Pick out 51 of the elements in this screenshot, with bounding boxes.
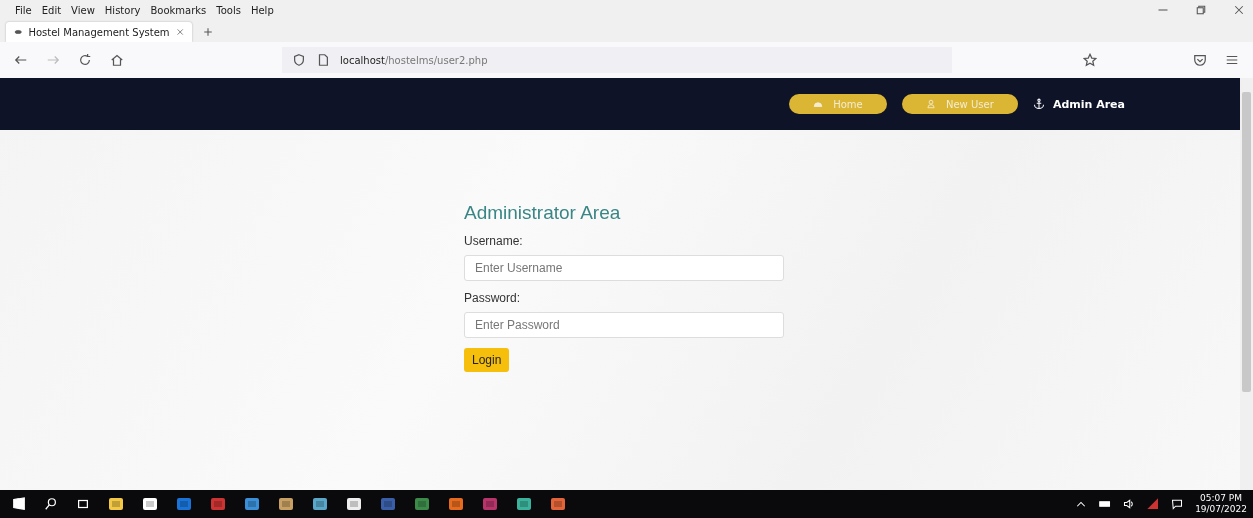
windows-icon[interactable] (12, 497, 26, 511)
close-icon[interactable] (175, 27, 184, 37)
app-icon[interactable] (142, 496, 158, 512)
app-icon[interactable] (312, 496, 328, 512)
menu-item[interactable]: Edit (36, 4, 67, 16)
browser-tab[interactable]: Hostel Management System (6, 22, 192, 42)
close-icon[interactable] (1233, 4, 1245, 16)
user-icon (926, 99, 936, 109)
pocket-icon[interactable] (1193, 53, 1207, 67)
task-view-icon[interactable] (76, 497, 90, 511)
field-label: Username: (464, 234, 524, 248)
page-icon (316, 53, 330, 67)
nav-link[interactable]: Admin Area (1032, 97, 1125, 111)
app-icon[interactable] (550, 496, 566, 512)
scrollbar-thumb[interactable] (1242, 92, 1251, 392)
clock-date: 19/07/2022 (1195, 504, 1247, 515)
menu-item[interactable]: View (66, 4, 100, 16)
menu-item[interactable]: File (10, 4, 37, 16)
back-icon[interactable] (14, 53, 28, 67)
restore-icon[interactable] (1195, 4, 1207, 16)
url-text: localhost/hostelms/user2.php (340, 54, 488, 66)
notification-icon (1171, 498, 1184, 510)
app-icon[interactable] (244, 496, 260, 512)
clock-time: 05:07 PM (1200, 493, 1243, 504)
menu-icon[interactable] (1225, 53, 1239, 67)
login-button[interactable]: Login (464, 348, 510, 372)
app-icon[interactable] (516, 496, 532, 512)
anchor-icon (1032, 98, 1045, 110)
site-icon (14, 27, 23, 37)
app-icon[interactable] (346, 496, 362, 512)
field-label: Password: (464, 291, 522, 305)
app-icon[interactable] (108, 496, 124, 512)
input-field[interactable]: Enter Username (464, 255, 784, 281)
shield-icon (292, 53, 306, 67)
menu-item[interactable]: Bookmarks (145, 4, 212, 16)
dashboard-icon (813, 99, 824, 109)
star-icon[interactable] (1083, 53, 1097, 67)
speaker-icon (1123, 498, 1136, 510)
battery-icon (1099, 498, 1112, 510)
menu-item[interactable]: Help (245, 4, 279, 16)
address-bar[interactable]: localhost/hostelms/user2.php (282, 47, 952, 73)
menu-item[interactable]: Tools (211, 4, 246, 16)
app-icon[interactable] (278, 496, 294, 512)
form-title: Administrator Area (464, 202, 622, 224)
home-icon[interactable] (110, 53, 124, 67)
reload-icon[interactable] (78, 53, 92, 67)
network-icon (1147, 498, 1160, 510)
search-icon[interactable] (44, 497, 58, 511)
menu-item[interactable]: History (99, 4, 146, 16)
app-icon[interactable] (448, 496, 464, 512)
input-field[interactable]: Enter Password (464, 312, 784, 338)
